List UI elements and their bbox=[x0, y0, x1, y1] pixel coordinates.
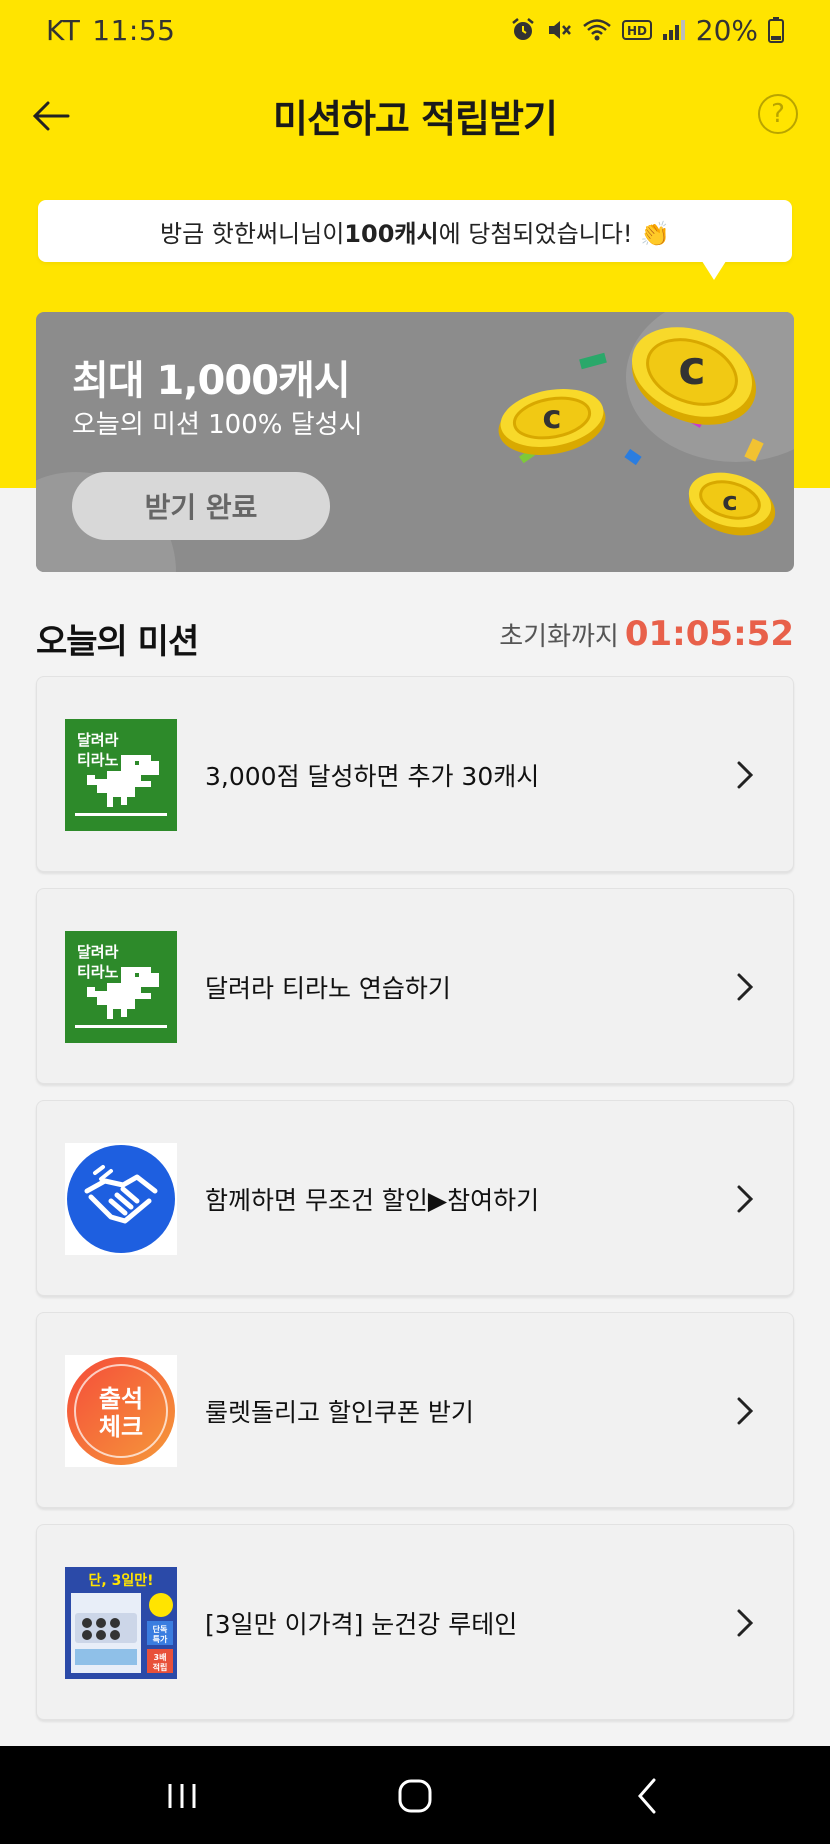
back-arrow-icon[interactable] bbox=[28, 92, 76, 140]
chevron-right-icon bbox=[737, 761, 754, 789]
dino-game-thumbnail: 달려라 티라노 bbox=[65, 931, 177, 1043]
mission-item[interactable]: 달려라 티라노 3,000점 달성하면 추가 30캐시 bbox=[36, 676, 794, 872]
home-icon[interactable] bbox=[391, 1772, 439, 1820]
svg-text:3배: 3배 bbox=[154, 1652, 167, 1662]
battery-icon bbox=[768, 17, 784, 43]
coin-icon: c bbox=[498, 388, 606, 455]
mission-item[interactable]: 달려라 티라노 달려라 티라노 연습하기 bbox=[36, 888, 794, 1084]
wifi-icon bbox=[582, 19, 611, 41]
attendance-check-thumbnail: 출석 체크 bbox=[65, 1355, 177, 1467]
mission-item[interactable]: 함께하면 무조건 할인▶참여하기 bbox=[36, 1100, 794, 1296]
chevron-right-icon bbox=[737, 1185, 754, 1213]
toast-tail bbox=[700, 258, 728, 280]
svg-text:특가: 특가 bbox=[153, 1634, 168, 1644]
dino-game-thumbnail: 달려라 티라노 bbox=[65, 719, 177, 831]
status-bar: KT 11:55 HD 20% bbox=[0, 0, 830, 60]
help-label: ? bbox=[771, 99, 785, 129]
alarm-icon bbox=[511, 18, 534, 40]
coin-letter: c bbox=[722, 487, 737, 517]
reset-timer: 초기화까지 01:05:52 bbox=[499, 614, 794, 654]
svg-text:티라노: 티라노 bbox=[77, 751, 119, 769]
winner-toast: 방금 핫한써니님이 100캐시 에 당첨되었습니다! 👏 bbox=[38, 200, 792, 262]
chevron-right-icon bbox=[737, 1609, 754, 1637]
toast-suffix: 에 당첨되었습니다! 👏 bbox=[438, 219, 670, 248]
svg-text:적립: 적립 bbox=[153, 1662, 168, 1672]
chevron-right-icon bbox=[737, 973, 754, 1001]
banner-title: 최대 1,000캐시 bbox=[72, 358, 351, 404]
toast-prefix: 방금 핫한써니님이 bbox=[160, 219, 345, 248]
svg-text:HD: HD bbox=[627, 24, 647, 38]
chevron-right-icon bbox=[737, 1397, 754, 1425]
mission-label: [3일만 이가격] 눈건강 루테인 bbox=[205, 1610, 518, 1639]
svg-text:티라노: 티라노 bbox=[77, 963, 119, 981]
reward-banner: 최대 1,000캐시 오늘의 미션 100% 달성시 받기 완료 c c c bbox=[36, 312, 794, 572]
svg-text:체크: 체크 bbox=[99, 1413, 143, 1441]
coin-icon: c bbox=[688, 472, 776, 536]
coin-letter: c bbox=[678, 341, 705, 395]
svg-text:달려라: 달려라 bbox=[77, 943, 119, 961]
app-header: 미션하고 적립받기 ? bbox=[0, 78, 830, 152]
svg-text:단독: 단독 bbox=[153, 1624, 168, 1634]
battery-percent: 20% bbox=[695, 13, 758, 47]
help-icon[interactable]: ? bbox=[758, 94, 798, 134]
mission-item[interactable]: 단, 3일만! 단독 특가 3배 적립 [3일만 이가격] 눈건강 루테인 bbox=[36, 1524, 794, 1720]
svg-text:출석: 출석 bbox=[99, 1385, 143, 1413]
toast-highlight: 100캐시 bbox=[344, 219, 439, 248]
banner-subtitle: 오늘의 미션 100% 달성시 bbox=[72, 410, 363, 440]
hd-icon: HD bbox=[621, 20, 652, 40]
mission-label: 함께하면 무조건 할인▶참여하기 bbox=[205, 1186, 540, 1215]
system-navigation-bar bbox=[0, 1746, 830, 1844]
claim-complete-button[interactable]: 받기 완료 bbox=[72, 472, 330, 540]
timer-label: 초기화까지 bbox=[499, 622, 619, 652]
timer-value: 01:05:52 bbox=[624, 614, 794, 654]
coin-icon: c bbox=[631, 327, 756, 425]
mission-item[interactable]: 출석 체크 룰렛돌리고 할인쿠폰 받기 bbox=[36, 1312, 794, 1508]
mission-label: 3,000점 달성하면 추가 30캐시 bbox=[205, 762, 540, 791]
mute-icon bbox=[548, 21, 571, 39]
page-title: 미션하고 적립받기 bbox=[273, 96, 558, 141]
coin-letter: c bbox=[543, 398, 562, 436]
back-nav-icon[interactable] bbox=[624, 1772, 672, 1820]
svg-text:달려라: 달려라 bbox=[77, 731, 119, 749]
carrier-label: KT bbox=[46, 13, 81, 47]
mission-label: 룰렛돌리고 할인쿠폰 받기 bbox=[205, 1398, 474, 1427]
clock: 11:55 bbox=[92, 13, 176, 47]
section-title: 오늘의 미션 bbox=[36, 622, 199, 662]
mission-list: 달려라 티라노 3,000점 달성하면 추가 30캐시 달려라 티라노 달려라 … bbox=[36, 676, 794, 1736]
coins-illustration: c c c bbox=[498, 327, 776, 536]
mission-label: 달려라 티라노 연습하기 bbox=[205, 974, 451, 1003]
lutein-product-thumbnail: 단, 3일만! 단독 특가 3배 적립 bbox=[65, 1567, 177, 1679]
svg-text:단, 3일만!: 단, 3일만! bbox=[89, 1572, 154, 1589]
recent-apps-icon[interactable] bbox=[158, 1772, 206, 1820]
handshake-thumbnail bbox=[65, 1143, 177, 1255]
signal-icon bbox=[662, 20, 685, 40]
